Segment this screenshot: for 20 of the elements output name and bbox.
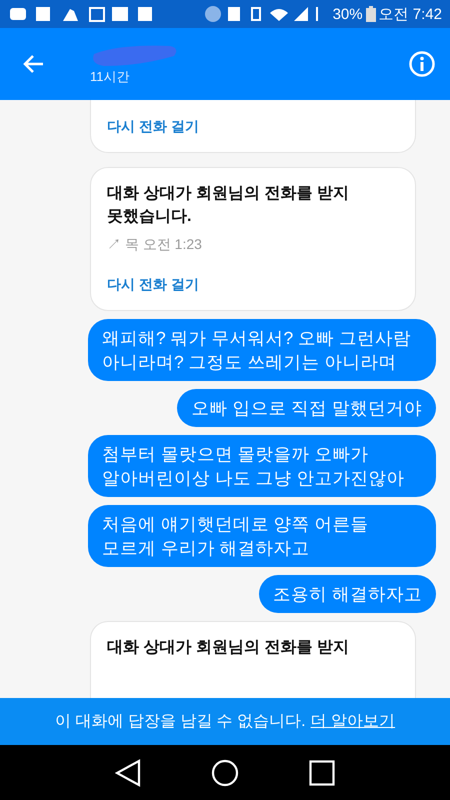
call-time: ↗ 목 오전 1:23 [107, 236, 203, 254]
call-status-text: 대화 상대가 회원님의 전화를 받지 못했습니다. [107, 184, 350, 227]
notice-text: 이 대화에 답장을 남길 수 없습니다. [54, 712, 306, 732]
learn-more-link[interactable]: 더 알아보기 [310, 711, 396, 732]
call-status-text: 대화 상대가 회원님의 전화를 받지 [107, 638, 350, 658]
info-icon[interactable] [408, 50, 436, 78]
clock: 오전 7:42 [378, 4, 442, 24]
call-back-link[interactable]: 다시 전화 걸기 [107, 118, 355, 136]
home-icon[interactable] [211, 758, 239, 786]
call-back-link[interactable]: 다시 전화 걸기 [107, 276, 355, 294]
message-bubble: 왜피해? 뭐가 무서워서? 오빠 그런사람 아니라며? 그정도 쓰레기는 아니라며 [88, 319, 436, 381]
battery-icon [366, 6, 376, 22]
battery-percent: 30% [332, 6, 363, 22]
message-bubble: 오빠 입으로 직접 말했던거야 [177, 389, 436, 427]
message-bubble: 첨부터 몰랏으면 몰랏을까 오빠가 알아버린이상 나도 그냥 안고가진않아 [88, 435, 436, 497]
message-bubble: 조용히 해결하자고 [259, 575, 436, 613]
last-active-text: 11시간 [90, 68, 130, 86]
back-icon[interactable] [115, 758, 141, 786]
message-bubble: 처음에 얘기햇던데로 양쪽 어른들 모르게 우리가 해결하자고 [88, 505, 436, 567]
recents-icon[interactable] [309, 760, 335, 786]
